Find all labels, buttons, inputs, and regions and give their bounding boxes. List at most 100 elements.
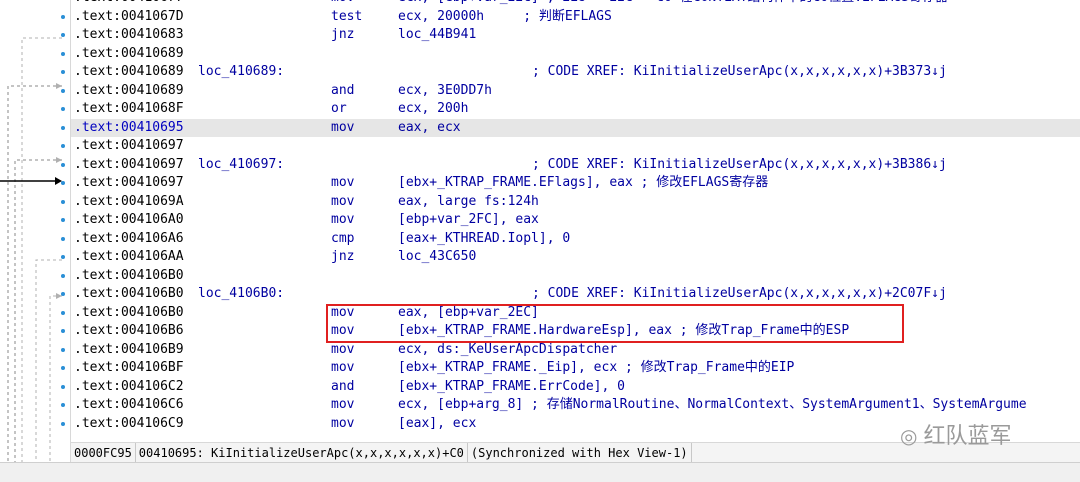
listing-row[interactable]: .text:004106C2 and [ebx+_KTRAP_FRAME.ErrCo… bbox=[61, 378, 1080, 397]
line-marker-dot bbox=[61, 107, 65, 111]
row-label: loc_410697: bbox=[198, 156, 285, 172]
row-address: .text:004106AA bbox=[74, 249, 184, 264]
status-location: 00410695: KiInitializeUserApc(x,x,x,x,x,… bbox=[136, 443, 468, 463]
row-operands: ecx, [ebp+arg_8] ; 存储NormalRoutine、Norma… bbox=[398, 397, 1027, 412]
row-operands: loc_43C650 bbox=[398, 249, 477, 264]
line-marker-dot bbox=[61, 125, 65, 130]
row-operands: [ebp+var_2FC], eax bbox=[398, 212, 539, 227]
row-operands: [ebx+_KTRAP_FRAME.ErrCode], 0 bbox=[398, 378, 625, 394]
listing-row[interactable]: .text:0041069A mov eax, large fs:124h bbox=[61, 193, 1080, 212]
listing-row[interactable]: .text:00410689 loc_410689: ; CODE XREF: Ki… bbox=[61, 63, 1080, 82]
row-address: .text:00410677 bbox=[74, 0, 184, 8]
watermark-text: 红队蓝军 bbox=[923, 424, 1012, 449]
row-operands: ecx, ds:_KeUserApcDispatcher bbox=[398, 341, 618, 357]
wechat-icon: ◎ bbox=[900, 424, 918, 448]
row-mnemonic: and bbox=[331, 378, 355, 394]
listing-row[interactable]: .text:00410683 jnz loc_44B941 bbox=[61, 26, 1080, 45]
row-operands: ecx, 20000h ; 判断EFLAGS bbox=[398, 8, 612, 24]
row-mnemonic: cmp bbox=[331, 230, 355, 246]
line-marker-dot bbox=[61, 255, 65, 259]
row-operands: ecx, 3E0DD7h bbox=[398, 82, 492, 98]
row-address: .text:004106A6 bbox=[74, 230, 184, 246]
listing-row[interactable]: .text:0041067D test ecx, 20000h ; 判断EFLAGS bbox=[61, 8, 1080, 27]
flow-arrows-gutter bbox=[0, 0, 70, 462]
row-mnemonic: and bbox=[331, 82, 355, 98]
row-address: .text:004106B0 bbox=[74, 286, 184, 301]
line-marker-dot bbox=[61, 199, 65, 204]
row-address: .text:00410683 bbox=[74, 27, 184, 42]
listing-row[interactable]: .text:004106B9 mov ecx, ds:_KeUserApcDispa… bbox=[61, 341, 1080, 360]
line-marker-dot bbox=[61, 273, 65, 278]
status-offset: 0000FC95 bbox=[71, 443, 136, 463]
listing-row[interactable]: .text:004106B0 loc_4106B0: ; CODE XREF: Ki… bbox=[61, 285, 1080, 304]
row-mnemonic: mov bbox=[331, 397, 355, 412]
listing-row[interactable]: .text:004106BF mov [ebx+_KTRAP_FRAME._Eip]… bbox=[61, 359, 1080, 378]
row-address: .text:004106B9 bbox=[74, 341, 184, 357]
row-mnemonic: mov bbox=[331, 119, 355, 135]
listing-row[interactable]: .text:004106A6 cmp [eax+_KTHREAD.Iopl], 0 bbox=[61, 230, 1080, 249]
listing-row[interactable]: .text:0041068F or ecx, 200h bbox=[61, 100, 1080, 119]
listing-row[interactable]: .text:00410695 mov eax, ecx bbox=[61, 118, 1080, 137]
line-marker-dot bbox=[61, 14, 65, 19]
row-address: .text:00410697 bbox=[74, 175, 184, 190]
row-mnemonic: jnz bbox=[331, 249, 355, 264]
listing-row[interactable]: .text:00410689 bbox=[61, 45, 1080, 64]
line-marker-dot bbox=[61, 33, 65, 37]
line-marker-dot bbox=[61, 366, 65, 370]
line-marker-dot bbox=[61, 236, 65, 241]
listing-row[interactable]: .text:004106C6 mov ecx, [ebp+arg_8] ; 存储No… bbox=[61, 396, 1080, 415]
row-address: .text:004106BF bbox=[74, 360, 184, 375]
row-address: .text:0041069A bbox=[74, 193, 184, 209]
row-mnemonic: mov bbox=[331, 0, 354, 8]
row-address: .text:004106C2 bbox=[74, 378, 184, 394]
row-mnemonic: or bbox=[331, 101, 347, 116]
watermark: ◎ 红队蓝军 bbox=[900, 418, 1011, 450]
row-mnemonic: mov bbox=[331, 212, 355, 227]
listing-row[interactable]: .text:00410697 loc_410697: ; CODE XREF: Ki… bbox=[61, 156, 1080, 175]
line-marker-dot bbox=[61, 181, 65, 185]
row-address: .text:004106C6 bbox=[74, 397, 184, 412]
listing-row[interactable]: .text:00410689 and ecx, 3E0DD7h bbox=[61, 82, 1080, 101]
row-address: .text:004106A0 bbox=[74, 212, 184, 227]
line-marker-dot bbox=[61, 310, 65, 315]
status-sync: (Synchronized with Hex View-1) bbox=[468, 443, 692, 463]
listing-row[interactable]: .text:004106A0 mov [ebp+var_2FC], eax bbox=[61, 211, 1080, 230]
row-mnemonic: mov bbox=[331, 175, 355, 190]
line-marker-dot bbox=[61, 88, 65, 93]
row-operands: [eax], ecx bbox=[398, 415, 477, 431]
row-operands: loc_44B941 bbox=[398, 27, 477, 42]
row-address: .text:00410689 bbox=[74, 45, 184, 61]
row-xref-comment: ; CODE XREF: KiInitializeUserApc(x,x,x,x… bbox=[532, 156, 947, 172]
row-mnemonic: mov bbox=[331, 415, 355, 431]
disassembly-listing[interactable]: .text:00410677 mov ecx, [ebp+var_22C] ; 2E… bbox=[61, 0, 1080, 433]
listing-row[interactable]: .text:004106AA jnz loc_43C650 bbox=[61, 248, 1080, 267]
listing-row[interactable]: .text:004106B0 bbox=[61, 267, 1080, 286]
row-mnemonic: jnz bbox=[331, 27, 355, 42]
row-address: .text:004106B0 bbox=[74, 267, 184, 283]
highlight-annotation-box bbox=[326, 304, 904, 343]
row-mnemonic: mov bbox=[331, 360, 355, 375]
row-operands: ecx, [ebp+var_22C] ; 2E8 - 22C = C0 在CON… bbox=[398, 0, 948, 8]
row-address: .text:004106C9 bbox=[74, 415, 184, 431]
line-marker-dot bbox=[61, 329, 65, 333]
listing-row[interactable]: .text:00410677 mov ecx, [ebp+var_22C] ; 2E… bbox=[71, 0, 1080, 8]
row-xref-comment: ; CODE XREF: KiInitializeUserApc(x,x,x,x… bbox=[532, 64, 947, 79]
line-marker-dot bbox=[61, 384, 65, 389]
line-marker-dot bbox=[61, 292, 65, 296]
line-marker-dot bbox=[61, 70, 65, 74]
row-address: .text:00410689 bbox=[74, 64, 184, 79]
listing-row[interactable]: .text:00410697 mov [ebx+_KTRAP_FRAME.EFlag… bbox=[61, 174, 1080, 193]
bottom-scrollbar[interactable] bbox=[0, 462, 1080, 482]
row-address: .text:0041067D bbox=[74, 8, 184, 24]
row-mnemonic: mov bbox=[331, 341, 355, 357]
row-operands: eax, large fs:124h bbox=[398, 193, 539, 209]
row-address: .text:004106B0 bbox=[74, 304, 184, 320]
row-operands: ecx, 200h bbox=[398, 101, 469, 116]
flow-arrows-graphic bbox=[0, 37, 62, 462]
line-marker-dot bbox=[61, 403, 65, 407]
row-label: loc_4106B0: bbox=[198, 286, 285, 301]
row-address: .text:00410697 bbox=[74, 138, 184, 153]
listing-row[interactable]: .text:00410697 bbox=[61, 137, 1080, 156]
line-marker-dot bbox=[61, 218, 65, 222]
row-address: .text:0041068F bbox=[74, 101, 184, 116]
